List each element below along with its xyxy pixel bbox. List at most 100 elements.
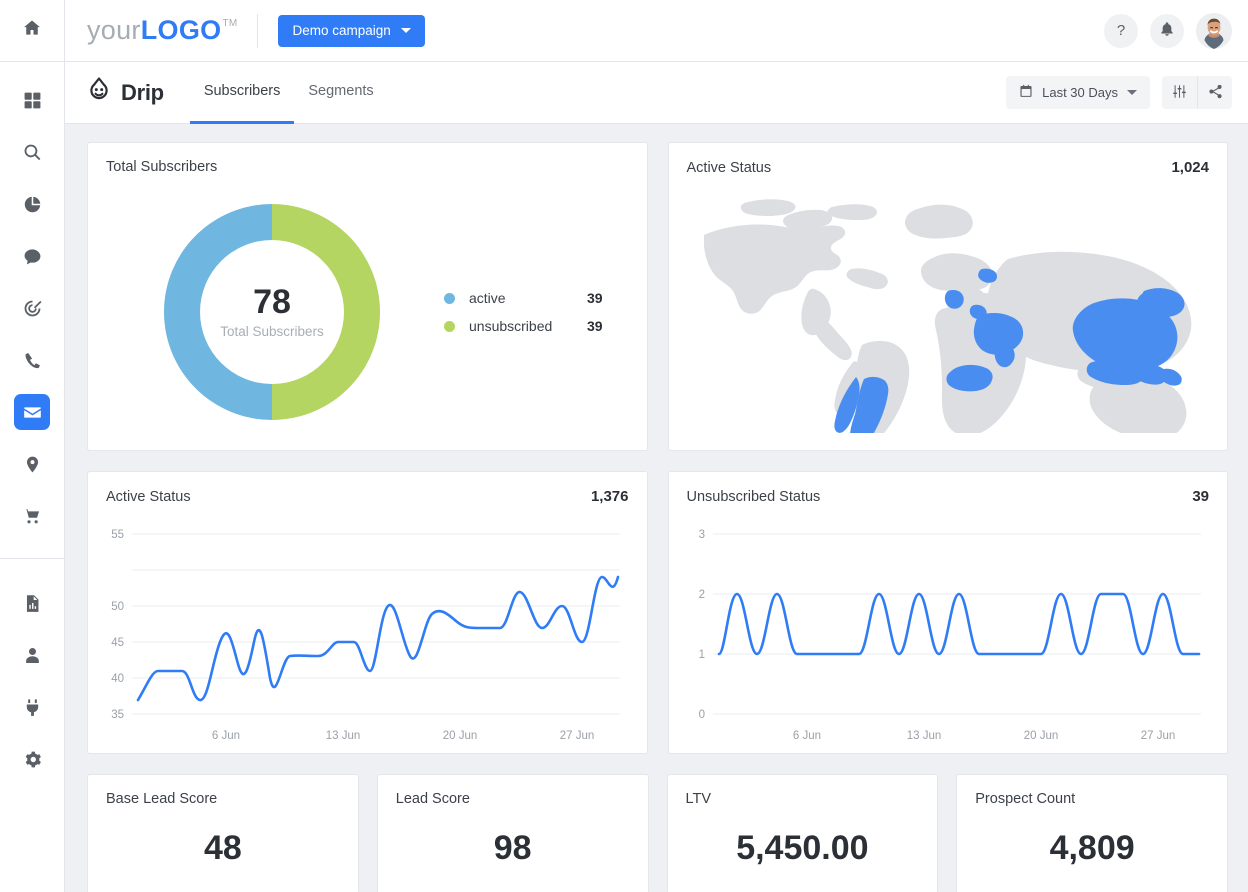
- chart-y-axis-labels: 55 50 45 40 35: [111, 529, 124, 721]
- chart-series-line: [138, 577, 618, 700]
- sidebar-item-messages[interactable]: [0, 230, 65, 282]
- tab-subscribers[interactable]: Subscribers: [190, 62, 295, 124]
- mail-icon: [14, 394, 50, 430]
- avatar[interactable]: [1196, 13, 1232, 49]
- logo-brand-text: LOGO: [141, 15, 222, 46]
- legend-swatch-icon: [444, 293, 455, 304]
- share-icon: [1208, 84, 1223, 102]
- legend-swatch-icon: [444, 321, 455, 332]
- help-button[interactable]: ?: [1104, 14, 1138, 48]
- card-title: Total Subscribers: [106, 159, 217, 175]
- calendar-icon: [1019, 84, 1033, 101]
- header-divider: [257, 14, 258, 48]
- sidebar-item-reports[interactable]: [0, 577, 65, 629]
- stat-value: 5,450.00: [686, 829, 920, 868]
- unsubscribed-status-line-chart: 3 2 1 0 6 Jun 13 Jun 20 Jun 27 Jun: [677, 511, 1215, 756]
- sidebar-item-search[interactable]: [0, 126, 65, 178]
- donut-center-text: 78 Total Subscribers: [152, 192, 392, 432]
- sidebar-item-locations[interactable]: [0, 438, 65, 490]
- target-icon: [14, 290, 50, 326]
- svg-text:0: 0: [698, 709, 704, 721]
- app-root: yourLOGOTM Demo campaign ?: [0, 0, 1248, 892]
- legend-item-active[interactable]: active 39: [444, 284, 603, 312]
- svg-text:55: 55: [111, 529, 124, 541]
- sidebar-item-settings[interactable]: [0, 733, 65, 785]
- donut-center-value: 78: [253, 285, 291, 321]
- card-value: 1,024: [1171, 159, 1209, 176]
- svg-text:20 Jun: 20 Jun: [443, 730, 478, 742]
- card-unsubscribed-status-line: Unsubscribed Status 39 3: [668, 471, 1229, 754]
- logo-your-text: your: [87, 15, 141, 46]
- sidebar-item-contacts[interactable]: [0, 629, 65, 681]
- stat-title: LTV: [686, 791, 920, 807]
- legend-item-unsubscribed[interactable]: unsubscribed 39: [444, 312, 603, 340]
- chevron-down-icon: [401, 28, 411, 33]
- svg-text:1: 1: [698, 649, 704, 661]
- svg-text:20 Jun: 20 Jun: [1023, 730, 1058, 742]
- world-map[interactable]: [669, 176, 1228, 450]
- stat-card-base-lead-score: Base Lead Score 48: [87, 774, 359, 892]
- campaign-selector-button[interactable]: Demo campaign: [278, 15, 424, 47]
- sidebar-item-campaigns[interactable]: [0, 282, 65, 334]
- donut-center-label: Total Subscribers: [220, 324, 324, 339]
- dashboard-main: Total Subscribers 78 Total Subscriber: [65, 124, 1248, 892]
- question-mark-icon: ?: [1117, 22, 1125, 39]
- chart-x-axis-labels: 6 Jun 13 Jun 20 Jun 27 Jun: [212, 730, 594, 742]
- filter-settings-button[interactable]: [1162, 76, 1197, 109]
- report-document-icon: [14, 585, 50, 621]
- card-total-subscribers: Total Subscribers 78 Total Subscriber: [87, 142, 648, 451]
- svg-text:27 Jun: 27 Jun: [1140, 730, 1175, 742]
- sidebar-item-calls[interactable]: [0, 334, 65, 386]
- svg-text:6 Jun: 6 Jun: [792, 730, 820, 742]
- campaign-selector-label: Demo campaign: [292, 23, 390, 38]
- chart-x-axis-labels: 6 Jun 13 Jun 20 Jun 27 Jun: [792, 730, 1174, 742]
- sidebar-item-commerce[interactable]: [0, 490, 65, 542]
- bell-icon: [1159, 21, 1175, 41]
- stat-title: Lead Score: [396, 791, 630, 807]
- stat-title: Prospect Count: [975, 791, 1209, 807]
- active-status-line-chart: 55 50 45 40 35 6 Jun 13 Jun 20 Jun 27 Ju…: [96, 511, 634, 756]
- unsubscribed-status-chart-body[interactable]: 3 2 1 0 6 Jun 13 Jun 20 Jun 27 Jun: [669, 505, 1228, 753]
- left-sidebar: [0, 0, 65, 892]
- share-button[interactable]: [1197, 76, 1232, 109]
- card-title: Unsubscribed Status: [687, 489, 821, 505]
- sidebar-item-email[interactable]: [0, 386, 65, 438]
- home-icon: [22, 18, 42, 43]
- svg-text:27 Jun: 27 Jun: [560, 730, 595, 742]
- sidebar-item-home[interactable]: [0, 0, 65, 62]
- legend-label: active: [469, 290, 587, 306]
- card-value: 1,376: [591, 488, 629, 505]
- logo-trademark: TM: [222, 18, 237, 29]
- sidebar-item-analytics[interactable]: [0, 178, 65, 230]
- active-status-chart-body[interactable]: 55 50 45 40 35 6 Jun 13 Jun 20 Jun 27 Ju…: [88, 505, 647, 753]
- content-column: yourLOGOTM Demo campaign ?: [65, 0, 1248, 892]
- tab-segments[interactable]: Segments: [294, 62, 387, 124]
- chart-series-line: [719, 594, 1199, 654]
- card-active-status-map: Active Status 1,024: [668, 142, 1229, 451]
- notifications-button[interactable]: [1150, 14, 1184, 48]
- legend-label: unsubscribed: [469, 318, 587, 334]
- stat-value: 98: [396, 829, 630, 868]
- sidebar-secondary-group: [0, 558, 65, 785]
- stat-card-ltv: LTV 5,450.00: [667, 774, 939, 892]
- date-range-selector[interactable]: Last 30 Days: [1006, 76, 1150, 109]
- stat-value: 48: [106, 829, 340, 868]
- donut-chart: 78 Total Subscribers: [152, 192, 392, 432]
- phone-icon: [14, 342, 50, 378]
- svg-text:35: 35: [111, 709, 124, 721]
- section-header-bar: Drip Subscribers Segments Last 30 Days: [65, 62, 1248, 124]
- top-header-bar: yourLOGOTM Demo campaign ?: [65, 0, 1248, 62]
- sliders-icon: [1172, 84, 1187, 102]
- search-icon: [14, 134, 50, 170]
- sidebar-item-integrations[interactable]: [0, 681, 65, 733]
- donut-legend: active 39 unsubscribed 39: [444, 284, 603, 340]
- app-logo[interactable]: yourLOGOTM: [87, 15, 237, 46]
- map-pin-icon: [14, 446, 50, 482]
- avatar-photo: [1196, 13, 1232, 49]
- dashboard-row-1: Total Subscribers 78 Total Subscriber: [87, 142, 1228, 451]
- stat-card-prospect-count: Prospect Count 4,809: [956, 774, 1228, 892]
- stat-card-lead-score: Lead Score 98: [377, 774, 649, 892]
- legend-value: 39: [587, 290, 603, 306]
- shopping-cart-icon: [14, 498, 50, 534]
- sidebar-item-dashboard[interactable]: [0, 74, 65, 126]
